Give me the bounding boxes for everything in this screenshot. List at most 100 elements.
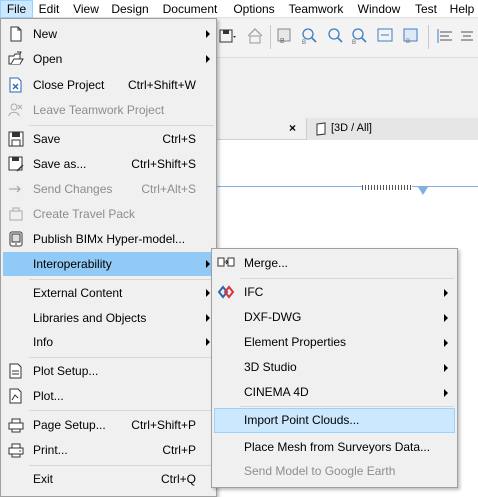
menu-separator: [29, 357, 214, 358]
menu-window[interactable]: Window: [353, 0, 405, 18]
menu-separator: [29, 410, 214, 411]
menu-item-publish-bimx[interactable]: Publish BIMx Hyper-model...: [3, 227, 214, 251]
menu-item-exit[interactable]: Exit Ctrl+Q: [3, 467, 214, 491]
menu-item-plot-setup[interactable]: Plot Setup...: [3, 359, 214, 383]
submenu-item-merge[interactable]: Merge...: [214, 251, 455, 276]
menu-test[interactable]: Test: [411, 0, 441, 18]
menu-separator: [29, 279, 214, 280]
menu-help[interactable]: Help: [447, 0, 477, 18]
menu-item-label: Publish BIMx Hyper-model...: [33, 232, 186, 246]
open-folder-icon: [8, 51, 24, 67]
save-as-icon: [8, 156, 24, 172]
submenu-item-3d-studio[interactable]: 3D Studio: [214, 355, 455, 380]
submenu-arrow-icon: [444, 364, 448, 372]
menu-item-external-content[interactable]: External Content: [3, 281, 214, 305]
menu-document[interactable]: Document: [157, 0, 223, 18]
menu-item-shortcut: Ctrl+Shift+P: [131, 418, 196, 432]
menu-view[interactable]: View: [69, 0, 103, 18]
menu-item-save[interactable]: Save Ctrl+S: [3, 127, 214, 151]
menu-item-shortcut: Ctrl+Alt+S: [141, 182, 196, 196]
menu-bar: File Edit View Design Document Options T…: [0, 0, 478, 18]
home-view-icon[interactable]: [246, 27, 264, 45]
3d-window-icon: [316, 122, 326, 136]
submenu-arrow-icon: [444, 314, 448, 322]
menu-edit[interactable]: Edit: [35, 0, 63, 18]
menu-item-create-travel-pack: Create Travel Pack: [3, 202, 214, 226]
svg-text:B: B: [280, 38, 285, 45]
fit-in-window-icon[interactable]: B: [350, 27, 368, 46]
menu-separator: [240, 406, 454, 407]
bimx-icon: [8, 231, 24, 247]
menu-item-label: Open: [33, 52, 63, 66]
travel-pack-icon: [8, 206, 24, 222]
tab-3d-view[interactable]: [3D / All]: [306, 118, 478, 140]
pan-icon[interactable]: B: [402, 27, 420, 45]
menu-item-info[interactable]: Info: [3, 330, 214, 354]
menu-item-interoperability[interactable]: Interoperability: [3, 252, 214, 276]
svg-text:B: B: [406, 39, 410, 45]
menu-item-label: Page Setup...: [33, 418, 106, 432]
save-view-icon[interactable]: [218, 27, 236, 45]
menu-item-new[interactable]: New: [3, 22, 214, 46]
menu-item-page-setup[interactable]: Page Setup... Ctrl+Shift+P: [3, 413, 214, 437]
menu-item-label: Plot...: [33, 389, 64, 403]
menu-item-close-project[interactable]: Close Project Ctrl+Shift+W: [3, 73, 214, 97]
menu-item-print[interactable]: Print... Ctrl+P: [3, 438, 214, 462]
zoom-in-icon[interactable]: B: [300, 27, 318, 46]
merge-icon: [217, 255, 235, 271]
zoom-region-icon[interactable]: [376, 27, 394, 45]
canvas-marker: [418, 187, 428, 195]
canvas-hatch-element: [362, 185, 412, 190]
menu-teamwork[interactable]: Teamwork: [285, 0, 347, 18]
submenu-arrow-icon: [206, 289, 210, 297]
submenu-arrow-icon: [444, 289, 448, 297]
menu-item-save-as[interactable]: Save as... Ctrl+Shift+S: [3, 152, 214, 176]
menu-item-label: Exit: [33, 472, 54, 486]
menu-item-label: Info: [33, 335, 54, 349]
menu-item-label: Save: [33, 132, 61, 146]
submenu-item-label: Merge...: [244, 256, 289, 270]
toolbar-separator: [270, 25, 271, 49]
interoperability-submenu: Merge... IFC DXF-DWG Element Properties …: [211, 248, 458, 488]
align-center-icon[interactable]: [458, 27, 476, 45]
submenu-item-ifc[interactable]: IFC: [214, 280, 455, 305]
svg-text:B: B: [352, 40, 356, 45]
tab-close-icon[interactable]: ×: [289, 121, 296, 135]
save-icon: [8, 131, 24, 147]
menu-item-plot[interactable]: Plot...: [3, 384, 214, 408]
submenu-item-dxf-dwg[interactable]: DXF-DWG: [214, 305, 455, 330]
submenu-item-label: DXF-DWG: [244, 310, 302, 324]
zoom-previous-icon[interactable]: B: [276, 27, 294, 45]
align-left-icon[interactable]: [436, 27, 454, 45]
menu-options[interactable]: Options: [229, 0, 279, 18]
zoom-out-icon[interactable]: [326, 27, 344, 45]
plot-icon: [8, 388, 24, 404]
menu-item-label: Libraries and Objects: [33, 311, 147, 325]
menu-item-libraries-and-objects[interactable]: Libraries and Objects: [3, 306, 214, 330]
menu-item-label: Interoperability: [33, 257, 112, 271]
menu-item-shortcut: Ctrl+Shift+W: [127, 78, 196, 92]
submenu-item-import-point-clouds[interactable]: Import Point Clouds...: [214, 408, 455, 433]
submenu-arrow-icon: [206, 30, 210, 38]
submenu-item-label: Place Mesh from Surveyors Data...: [244, 440, 431, 454]
submenu-item-element-properties[interactable]: Element Properties: [214, 330, 455, 355]
close-project-icon: [8, 77, 24, 93]
plot-setup-icon: [8, 363, 24, 379]
menu-item-label: New: [33, 27, 58, 41]
page-setup-icon: [8, 417, 24, 433]
canvas-reference-line: [214, 186, 478, 187]
menu-design[interactable]: Design: [109, 0, 151, 18]
submenu-item-label: CINEMA 4D: [244, 385, 309, 399]
menu-item-label: Plot Setup...: [33, 364, 99, 378]
submenu-arrow-icon: [206, 260, 210, 268]
submenu-item-place-mesh[interactable]: Place Mesh from Surveyors Data...: [214, 435, 455, 460]
menu-item-open[interactable]: Open: [3, 47, 214, 71]
new-file-icon: [8, 26, 24, 42]
submenu-item-label: Send Model to Google Earth: [244, 464, 396, 478]
submenu-item-label: 3D Studio: [244, 360, 297, 374]
menu-file[interactable]: File: [0, 0, 33, 18]
menu-item-label: Leave Teamwork Project: [33, 103, 165, 117]
toolbar-separator: [428, 25, 429, 49]
menu-item-label: External Content: [33, 286, 123, 300]
submenu-item-cinema-4d[interactable]: CINEMA 4D: [214, 380, 455, 405]
